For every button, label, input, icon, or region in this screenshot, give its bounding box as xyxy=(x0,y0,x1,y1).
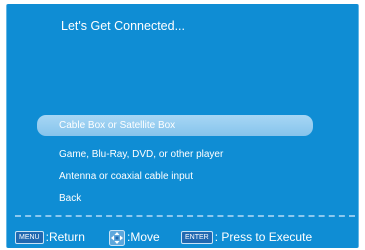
execute-label: : Press to Execute xyxy=(214,230,313,244)
menu-item-game-player[interactable]: Game, Blu-Ray, DVD, or other player xyxy=(37,144,313,165)
dpad-arrows-icon xyxy=(109,229,125,246)
footer-divider xyxy=(15,215,355,217)
menu-item-cable-box[interactable]: Cable Box or Satellite Box xyxy=(37,115,313,136)
move-label: :Move xyxy=(127,230,160,244)
page-title: Let's Get Connected... xyxy=(61,19,185,33)
return-hint: MENU:Return xyxy=(15,228,85,246)
menu-item-antenna[interactable]: Antenna or coaxial cable input xyxy=(37,166,313,187)
enter-key-badge[interactable]: ENTER xyxy=(181,231,213,245)
menu-key-badge[interactable]: MENU xyxy=(15,231,44,245)
return-label: :Return xyxy=(45,230,85,244)
move-hint: :Move xyxy=(109,228,160,246)
execute-hint: ENTER: Press to Execute xyxy=(181,228,312,246)
menu-item-back[interactable]: Back xyxy=(37,188,313,209)
tv-setup-screen: Let's Get Connected... Cable Box or Sate… xyxy=(6,4,359,248)
